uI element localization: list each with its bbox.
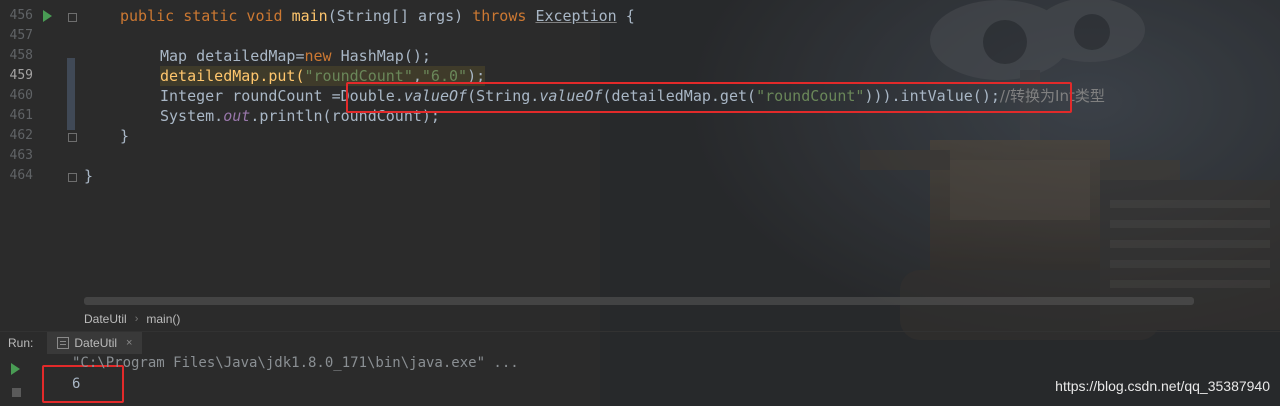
code-line-458: Map detailedMap=new HashMap(); [160, 47, 431, 65]
code-line-462: } [120, 127, 130, 145]
run-tab-dateutil[interactable]: DateUtil × [47, 331, 143, 354]
line-number: 460 [9, 88, 33, 103]
run-label: Run: [8, 335, 34, 350]
console-tab-icon [57, 336, 70, 349]
line-number: 456 [9, 8, 33, 23]
stop-icon[interactable] [12, 388, 21, 397]
run-tool-window-header: Run: DateUtil × [0, 331, 1280, 354]
watermark-text: https://blog.csdn.net/qq_35387940 [1055, 378, 1270, 394]
rerun-icon[interactable] [11, 363, 20, 375]
run-gutter-icon[interactable] [43, 10, 52, 22]
code-line-456: public static void main(String[] args) t… [120, 7, 635, 25]
line-number: 463 [9, 148, 33, 163]
line-number: 462 [9, 128, 33, 143]
line-number: 458 [9, 48, 33, 63]
fold-toggle-icon[interactable] [68, 13, 77, 22]
line-number: 457 [9, 28, 33, 43]
code-editor[interactable]: public static void main(String[] args) t… [84, 0, 1280, 300]
highlight-box-code [346, 82, 1072, 113]
run-tab-title: DateUtil [74, 335, 118, 350]
change-marker [67, 58, 75, 130]
breadcrumb-method[interactable]: main() [146, 312, 180, 326]
console-output: 6 [72, 376, 81, 392]
editor-gutter: 456 457 458 459 460 461 462 463 464 [0, 0, 80, 330]
horizontal-scrollbar[interactable] [84, 297, 1194, 305]
breadcrumb: DateUtil › main() [84, 308, 180, 330]
console-toolbar [0, 353, 34, 406]
line-number: 461 [9, 108, 33, 123]
chevron-right-icon: › [134, 313, 139, 325]
line-number: 464 [9, 168, 33, 183]
breadcrumb-class[interactable]: DateUtil [84, 312, 127, 326]
close-icon[interactable]: × [126, 337, 132, 349]
code-line-464: } [84, 167, 94, 185]
console-command-line: "C:\Program Files\Java\jdk1.8.0_171\bin\… [72, 355, 519, 371]
fold-toggle-icon[interactable] [68, 133, 77, 142]
fold-toggle-icon[interactable] [68, 173, 77, 182]
line-number-current: 459 [9, 68, 33, 83]
